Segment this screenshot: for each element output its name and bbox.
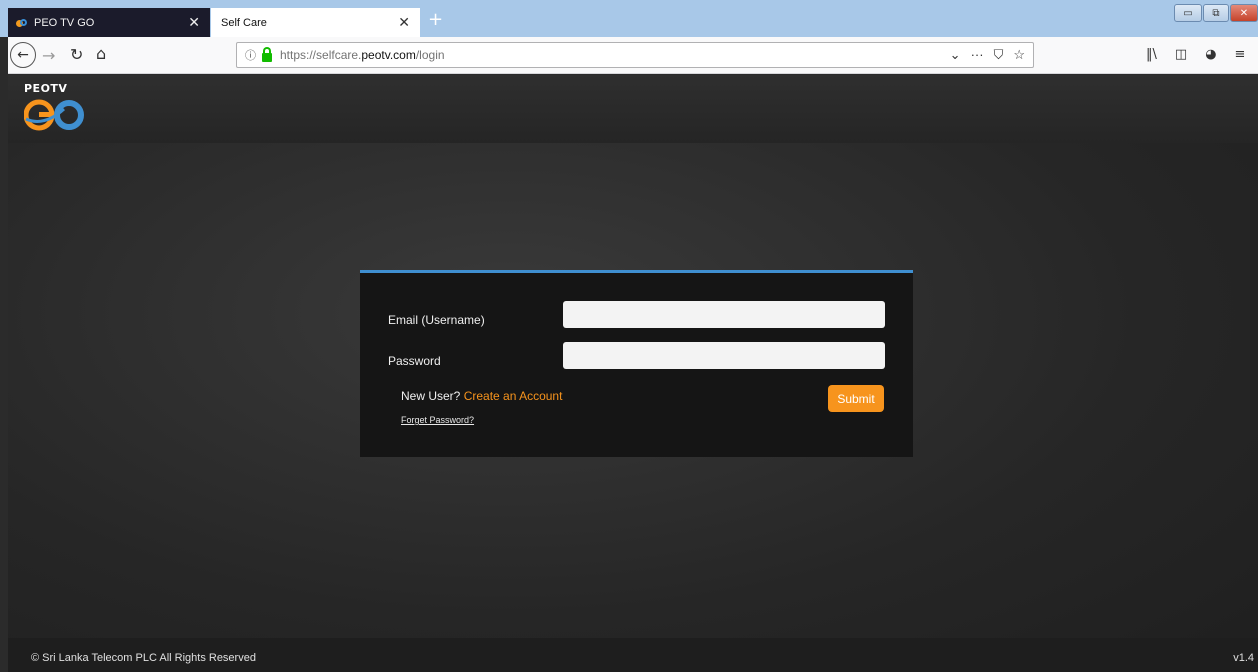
new-user-prompt: New User? Create an Account — [401, 389, 563, 403]
site-header: PEOTV — [8, 75, 1258, 143]
dropdown-chevron-icon[interactable]: ⌄ — [950, 47, 961, 63]
forward-button[interactable]: → — [42, 46, 55, 65]
peotv-favicon-icon — [16, 17, 28, 29]
browser-navbar: ← → ↻ ⌂ ⓘ https://selfcare.peotv.com/log… — [8, 37, 1258, 74]
page-actions-icon[interactable]: ··· — [971, 47, 984, 63]
tab-label: PEO TV GO — [34, 16, 95, 29]
toolbar-right: ‖\ ◫ ◕ ≡ — [1146, 47, 1245, 62]
url-text[interactable]: https://selfcare.peotv.com/login — [280, 48, 445, 62]
extension-icon[interactable]: ◕ — [1205, 47, 1216, 62]
create-account-link[interactable]: Create an Account — [464, 389, 563, 403]
password-field[interactable] — [563, 342, 885, 369]
menu-icon[interactable]: ≡ — [1235, 47, 1246, 62]
version-text: v1.4 — [1233, 652, 1254, 664]
back-button[interactable]: ← — [10, 42, 36, 68]
info-icon[interactable]: ⓘ — [245, 47, 256, 63]
bookmark-star-icon[interactable]: ☆ — [1013, 47, 1025, 63]
submit-button[interactable]: Submit — [828, 385, 884, 412]
pocket-icon[interactable]: ⛉ — [994, 47, 1004, 63]
logo-text: PEOTV — [24, 82, 68, 95]
page-content: PEOTV Email (Username) Password New User… — [8, 75, 1258, 672]
window-close-button[interactable]: ✕ — [1230, 4, 1258, 22]
window-minimize-button[interactable]: ▭ — [1174, 4, 1202, 22]
window-maximize-button[interactable]: ⧉ — [1203, 4, 1229, 22]
home-button[interactable]: ⌂ — [96, 44, 106, 63]
reload-button[interactable]: ↻ — [70, 45, 83, 64]
site-footer: © Sri Lanka Telecom PLC All Rights Reser… — [8, 638, 1258, 672]
peotv-go-logo-icon[interactable] — [24, 99, 92, 131]
login-form: Email (Username) Password New User? Crea… — [360, 270, 913, 457]
forget-password-link[interactable]: Forget Password? — [401, 415, 474, 425]
new-tab-button[interactable]: + — [428, 9, 443, 30]
email-field[interactable] — [563, 301, 885, 328]
email-label: Email (Username) — [388, 313, 485, 327]
url-actions: ⌄ ··· ⛉ ☆ — [950, 47, 1025, 63]
lock-icon[interactable] — [262, 46, 272, 62]
address-bar[interactable]: ⓘ https://selfcare.peotv.com/login ⌄ ···… — [236, 42, 1034, 68]
sidebar-icon[interactable]: ◫ — [1175, 47, 1187, 62]
tab-label: Self Care — [221, 16, 267, 29]
window-titlebar: PEO TV GO ✕ Self Care ✕ + ▭ ⧉ ✕ — [0, 0, 1258, 37]
tab-close-icon[interactable]: ✕ — [188, 14, 200, 31]
password-label: Password — [388, 354, 441, 368]
tab-close-icon[interactable]: ✕ — [398, 14, 410, 31]
tab-self-care[interactable]: Self Care ✕ — [211, 8, 420, 37]
copyright-text: © Sri Lanka Telecom PLC All Rights Reser… — [31, 652, 256, 664]
library-icon[interactable]: ‖\ — [1146, 47, 1157, 62]
tab-peotv-go[interactable]: PEO TV GO ✕ — [8, 8, 210, 37]
